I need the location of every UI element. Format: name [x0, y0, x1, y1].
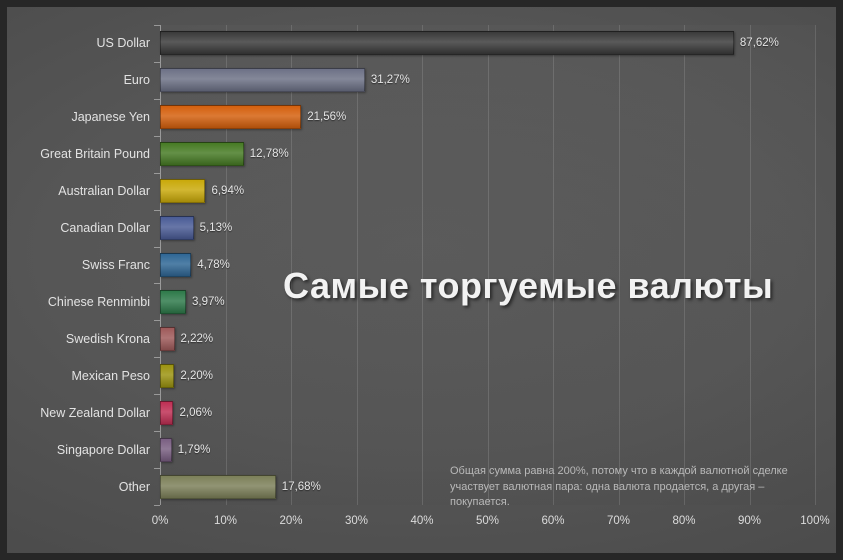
bar-value-label: 3,97%: [192, 295, 225, 308]
category-label: Chinese Renminbi: [47, 294, 150, 309]
x-tick-label: 100%: [800, 515, 830, 527]
bar-value-label: 17,68%: [281, 480, 321, 493]
y-tickmark: [154, 394, 160, 396]
category-label: Japanese Yen: [71, 110, 150, 125]
y-tickmark: [154, 283, 160, 285]
bar-value-label: 2,20%: [180, 369, 214, 382]
bar-value-label: 1,79%: [177, 443, 211, 456]
category-label: New Zealand Dollar: [40, 405, 150, 420]
chart-title: Самые торгуемые валюты: [283, 265, 774, 306]
category-label: Swedish Krona: [65, 331, 150, 346]
category-label: Great Britain Pound: [40, 147, 150, 162]
category-label: US Dollar: [96, 36, 151, 51]
category-label: Mexican Peso: [71, 368, 150, 383]
category-label: Other: [118, 479, 150, 494]
bar-value-label: 21,56%: [307, 111, 347, 124]
y-tickmark: [154, 246, 160, 248]
x-tick-label: 60%: [541, 515, 565, 527]
bar-value-label: 12,78%: [249, 148, 289, 161]
chart-container: US Dollar Euro Japanese Yen Great Britain P…: [0, 0, 843, 560]
x-tick-label: 40%: [410, 515, 434, 527]
y-tickmark: [154, 320, 160, 322]
category-label: Canadian Dollar: [60, 221, 150, 236]
y-tickmark: [154, 431, 160, 433]
x-tick-label: 90%: [737, 515, 762, 527]
gridline: [815, 25, 816, 505]
x-tick-label: 0%: [151, 515, 169, 527]
bar: [160, 68, 365, 93]
x-tick-label: 50%: [475, 515, 500, 527]
category-label: Euro: [123, 73, 150, 88]
bar-value-label: 2,06%: [179, 406, 213, 419]
bar: [160, 363, 175, 388]
bar: [160, 142, 244, 167]
bar: [160, 437, 172, 462]
chart-inner: US Dollar Euro Japanese Yen Great Britain P…: [0, 0, 843, 560]
bar: [160, 253, 192, 277]
bar: [160, 216, 194, 241]
category-label: Swiss Franc: [81, 258, 150, 272]
bar: [160, 105, 302, 130]
x-tick-label: 30%: [344, 515, 369, 527]
x-tick-label: 10%: [213, 515, 238, 527]
category-label: Australian Dollar: [58, 184, 150, 199]
y-tickmark: [154, 172, 160, 174]
bar-value-label: 5,13%: [199, 222, 233, 235]
bar: [160, 289, 186, 314]
category-label: Singapore Dollar: [56, 442, 150, 457]
y-tickmark: [154, 61, 160, 63]
bar: [160, 474, 276, 499]
x-tick-label: 70%: [606, 515, 631, 527]
y-tickmark: [154, 209, 160, 211]
x-tick-label: 20%: [279, 515, 303, 527]
y-tickmark: [154, 468, 160, 470]
y-tickmark: [154, 135, 160, 137]
y-tickmark: [154, 98, 160, 100]
bar-value-label: 87,62%: [739, 37, 779, 50]
chart-annotation: Общая сумма равна 200%, потому что в каж…: [450, 465, 788, 508]
bar: [160, 400, 174, 425]
bar: [160, 326, 175, 351]
bar: [160, 179, 206, 204]
bar-value-label: 2,22%: [180, 332, 214, 345]
bar-value-label: 6,94%: [211, 185, 245, 198]
y-tickmark: [154, 505, 160, 506]
y-tickmark: [154, 25, 160, 26]
y-tickmark: [154, 357, 160, 359]
bar-value-label: 31,27%: [370, 74, 410, 87]
bar: [160, 31, 734, 56]
bar-value-label: 4,78%: [197, 259, 230, 271]
x-tick-label: 80%: [672, 515, 696, 527]
